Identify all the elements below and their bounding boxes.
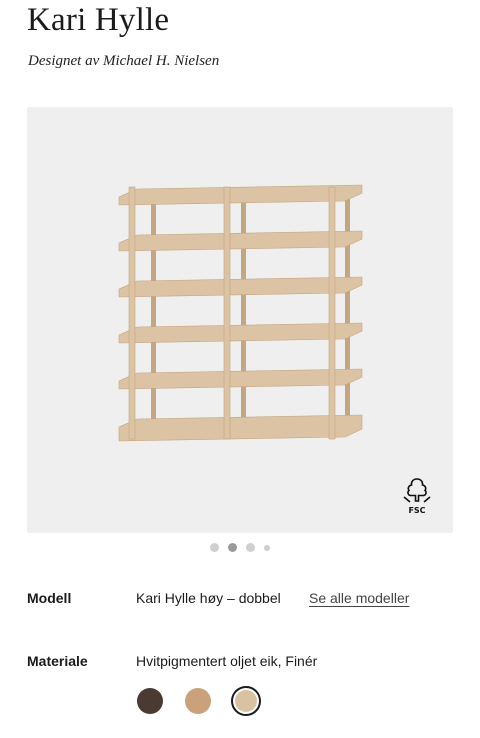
- shelf-post-front: [128, 186, 136, 440]
- swatch-oak[interactable]: [185, 688, 211, 714]
- see-all-models-link[interactable]: Se alle modeller: [309, 590, 409, 606]
- fsc-tree-icon: [403, 478, 431, 503]
- shelf-post-back: [151, 192, 156, 427]
- carousel-dot[interactable]: [264, 544, 270, 551]
- shelf-illustration: [118, 184, 363, 442]
- fsc-badge: FSC: [399, 477, 435, 515]
- shelf-post-back: [345, 192, 350, 427]
- shelf-board: [118, 414, 363, 442]
- carousel-dot[interactable]: [246, 543, 255, 552]
- shelf-post-front: [223, 186, 231, 440]
- product-title: Kari Hylle: [27, 2, 170, 38]
- model-label: Modell: [27, 590, 72, 606]
- shelf-post-front: [328, 186, 336, 440]
- carousel-dot[interactable]: [210, 543, 219, 552]
- fsc-label: FSC: [408, 506, 426, 515]
- carousel-dots: [0, 543, 480, 552]
- swatch-white-oak[interactable]: [231, 686, 261, 716]
- swatch-dark-oak[interactable]: [137, 688, 163, 714]
- model-value: Kari Hylle høy – dobbel: [136, 590, 281, 606]
- material-label: Materiale: [27, 653, 88, 669]
- carousel-dot-active[interactable]: [228, 543, 237, 552]
- material-value: Hvitpigmentert oljet eik, Finér: [136, 653, 318, 669]
- designer-credit: Designet av Michael H. Nielsen: [28, 53, 220, 69]
- product-image[interactable]: FSC: [27, 107, 453, 533]
- shelf-post-back: [241, 192, 246, 427]
- shelf-board: [118, 184, 363, 206]
- material-swatches: [137, 686, 261, 716]
